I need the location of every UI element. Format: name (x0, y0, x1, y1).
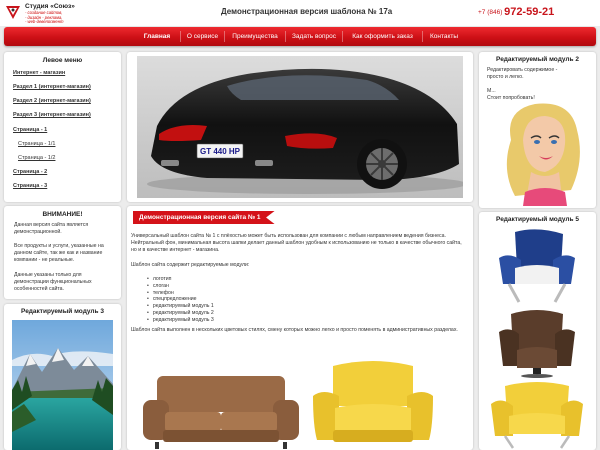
phone-number[interactable]: +7 (846) 972-59-21 (478, 6, 554, 18)
list-item: телефон (147, 290, 214, 297)
menu-item-page-1-2[interactable]: Страница - 1/2 (18, 155, 55, 161)
mountain-lake-image (12, 320, 113, 450)
left-menu-panel: Левое меню Интернет - магазин Раздел 1 (… (4, 52, 121, 202)
menu-item-section-1[interactable]: Раздел 1 (интернет-магазин) (13, 84, 91, 90)
module-3-panel: Редактируемый модуль 3 (4, 304, 121, 450)
car-image: GT 440 HP (137, 56, 463, 198)
notice-panel: ВНИМАНИЕ! Данная версия сайта является д… (4, 206, 121, 299)
notice-title: ВНИМАНИЕ! (42, 211, 83, 218)
content-list-title: Шаблон сайта содержит редактируемые моду… (131, 262, 250, 268)
module-2-text: Редактировать содержимое - (487, 67, 558, 73)
nav-item-home[interactable]: Главная (134, 27, 180, 46)
nav-item-contacts[interactable]: Контакты (423, 27, 465, 46)
module-2-text: М... (487, 88, 496, 94)
notice-paragraph: Все продукты и услуги, указанные на данн… (14, 243, 104, 263)
menu-item-page-3[interactable]: Страница - 3 (13, 183, 47, 189)
header: Студия «Союз» - создание сайтов, - дизай… (0, 0, 600, 26)
list-item: редактируемый модуль 1 (147, 303, 214, 310)
module-2-text: просто и легко. (487, 74, 524, 80)
leather-chair-image (499, 310, 575, 378)
module-5-panel: Редактируемый модуль 5 (479, 212, 596, 450)
menu-item-section-3[interactable]: Раздел 3 (интернет-магазин) (13, 112, 91, 118)
content-panel: Демонстрационная версия сайта № 1 Универ… (127, 206, 473, 450)
menu-item-page-1[interactable]: Страница - 1 (13, 127, 47, 133)
phone-prefix: +7 (846) (478, 9, 503, 16)
notice-paragraph: Данные указаны только для демонстрации ф… (14, 272, 92, 292)
module-2-title: Редактируемый модуль 2 (496, 56, 579, 63)
nav-item-advantages[interactable]: Преимущества (225, 27, 285, 46)
notice-paragraph: Данная версия сайта является демонстраци… (14, 222, 89, 235)
nav-item-about[interactable]: О сервисе (181, 27, 224, 46)
logo[interactable]: Студия «Союз» - создание сайтов, - дизай… (4, 2, 80, 24)
blue-chair-image (499, 229, 575, 303)
module-5-title: Редактируемый модуль 5 (496, 216, 579, 223)
content-heading: Демонстрационная версия сайта № 1 (133, 211, 275, 224)
woman-illustration-image (506, 103, 580, 206)
menu-item-section-2[interactable]: Раздел 2 (интернет-магазин) (13, 98, 91, 104)
yellow-armchair-image (313, 361, 433, 442)
module-2-panel: Редактируемый модуль 2 Редактировать сод… (479, 52, 596, 208)
menu-item-page-2[interactable]: Страница - 2 (13, 169, 47, 175)
menu-item-online-store[interactable]: Интернет - магазин (13, 70, 65, 76)
logo-tagline: - web-девелопмент (25, 19, 64, 24)
brown-sofa-image (143, 376, 299, 449)
module-3-title: Редактируемый модуль 3 (21, 308, 104, 315)
list-item: редактируемый модуль 2 (147, 310, 214, 317)
content-footer-text: Шаблон сайта выполнен в нескольких цвето… (131, 327, 458, 333)
hero-image-panel: GT 440 HP (127, 52, 473, 202)
site-title: Демонстрационная версия шаблона № 17а (221, 7, 393, 16)
list-item: логотип (147, 276, 214, 283)
main-navigation: Главная О сервисе Преимущества Задать во… (4, 27, 596, 46)
content-intro: Универсальный шаблон сайта № 1 с плёхост… (131, 233, 462, 253)
list-item: редактируемый модуль 3 (147, 317, 214, 324)
nav-item-ask-question[interactable]: Задать вопрос (286, 27, 342, 46)
license-plate: GT 440 HP (200, 147, 241, 156)
phone-digits: 972-59-21 (504, 6, 555, 18)
list-item: слоган (147, 283, 214, 290)
menu-item-page-1-1[interactable]: Страница - 1/1 (18, 141, 55, 147)
yellow-chair-image (491, 382, 583, 449)
logo-title: Студия «Союз» (25, 3, 75, 10)
nav-item-how-to-order[interactable]: Как оформить заказ (343, 27, 422, 46)
logo-mark-icon (6, 6, 20, 19)
content-feature-list: логотип слоган телефон спецпредложение р… (147, 276, 214, 324)
left-menu-title: Левое меню (42, 57, 83, 64)
